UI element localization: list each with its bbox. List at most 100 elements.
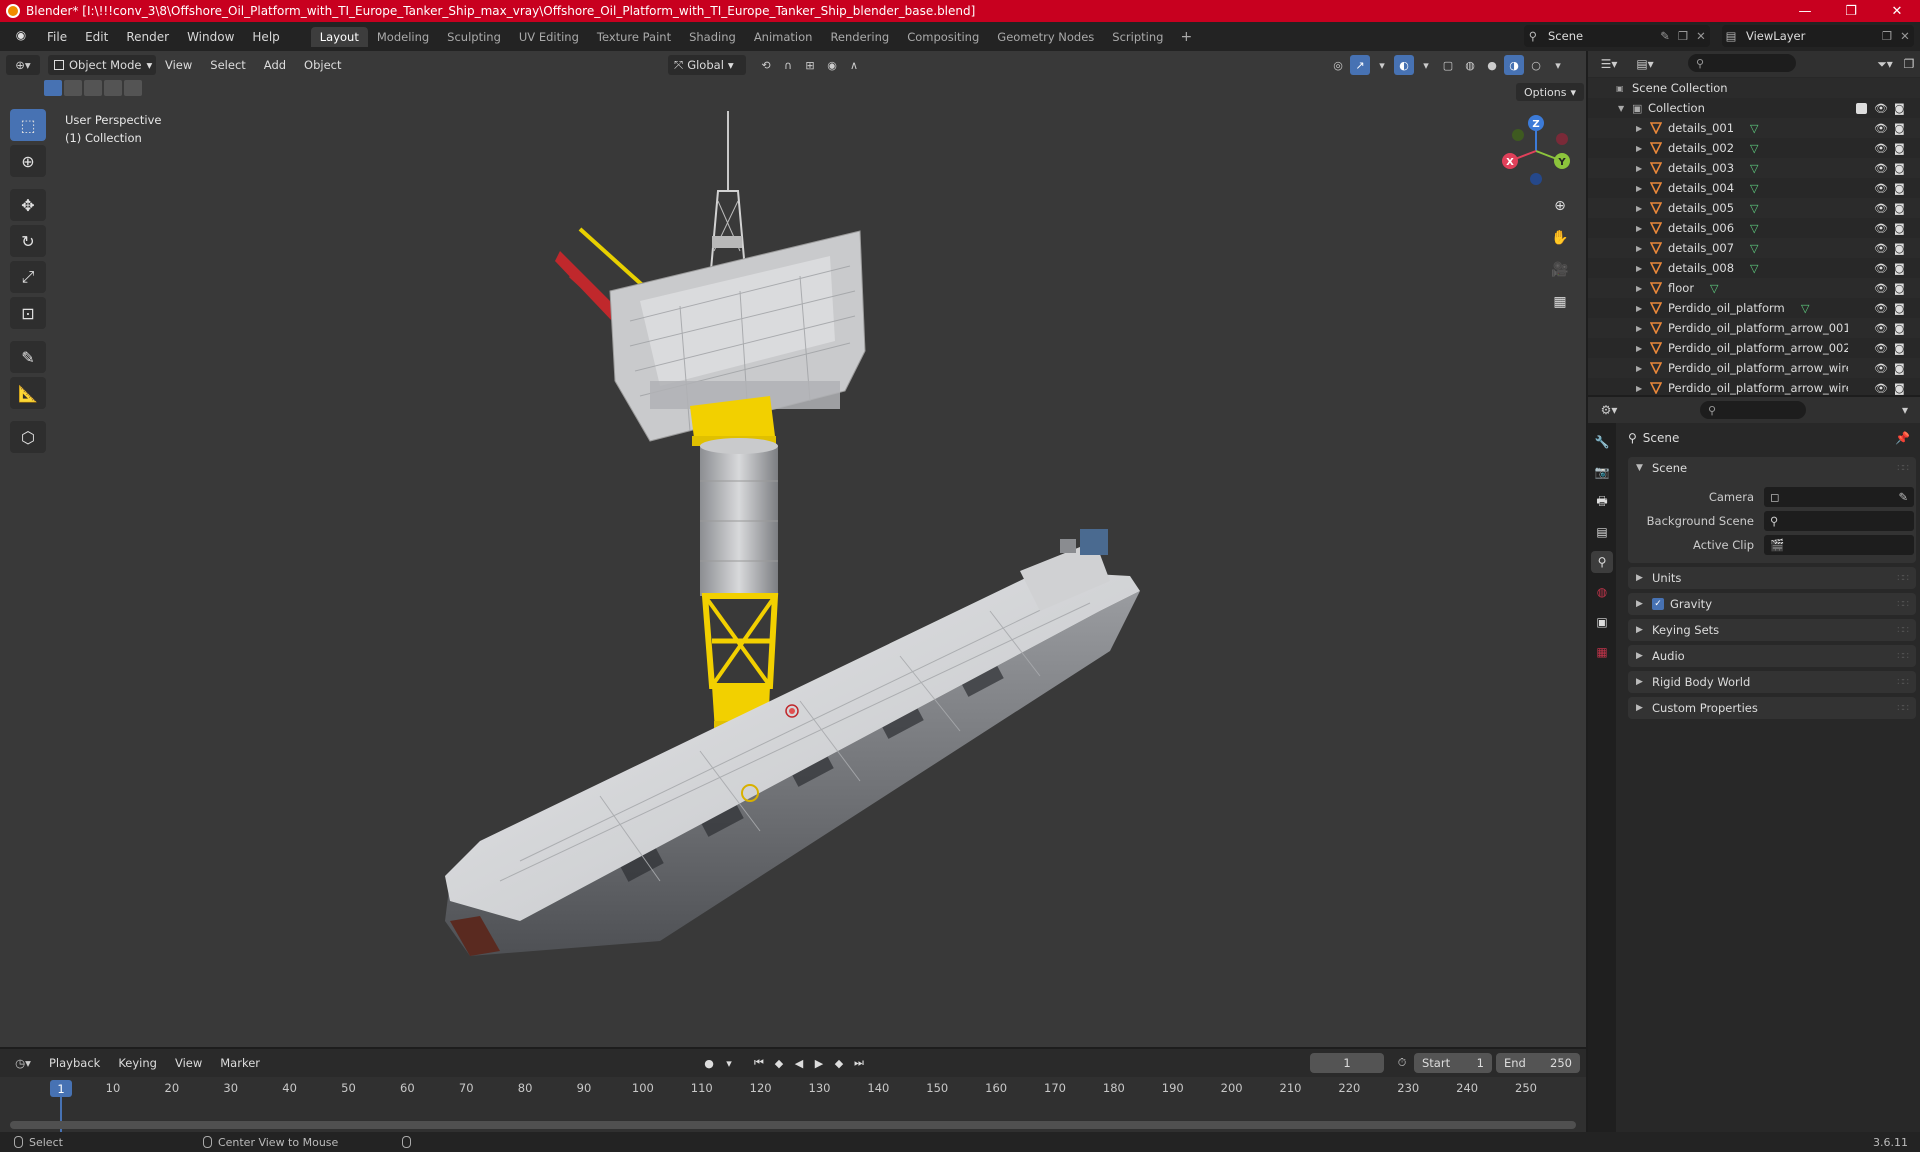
viewport-menu-object[interactable]: Object — [295, 58, 350, 72]
outliner-object-row[interactable]: ▶ details_006 ▽ 👁 ◙ — [1588, 218, 1920, 238]
pivot-icon[interactable]: ⟲ — [756, 55, 776, 75]
minimize-button[interactable]: — — [1782, 0, 1828, 22]
eye-icon[interactable]: 👁 — [1874, 102, 1888, 115]
3d-viewport[interactable]: ⊕▾ Object Mode ▾ View Select Add Object … — [0, 51, 1586, 1047]
blender-menu-icon[interactable]: ◉ — [10, 28, 32, 46]
eye-icon[interactable]: 👁 — [1874, 322, 1888, 335]
tab-scripting[interactable]: Scripting — [1103, 27, 1172, 47]
drag-handle-icon[interactable]: ∷∷ — [1897, 677, 1909, 688]
gizmo-neg-z[interactable] — [1530, 173, 1542, 185]
outliner-object-row[interactable]: ▶ details_004 ▽ 👁 ◙ — [1588, 178, 1920, 198]
pin-icon[interactable]: ✎ — [1656, 29, 1674, 43]
texture-tab-icon[interactable]: ▦ — [1591, 641, 1613, 663]
render-camera-icon[interactable]: ◙ — [1894, 102, 1905, 115]
render-camera-icon[interactable]: ◙ — [1894, 342, 1905, 355]
proportional-edit-icon[interactable]: ◉ — [822, 55, 842, 75]
tab-shading[interactable]: Shading — [680, 27, 745, 47]
select-invert-icon[interactable] — [104, 80, 122, 96]
render-camera-icon[interactable]: ◙ — [1894, 362, 1905, 375]
outliner-object-row[interactable]: ▶ Perdido_oil_platform_arrow_002 👁 ◙ — [1588, 338, 1920, 358]
timeline-menu-marker[interactable]: Marker — [211, 1056, 269, 1070]
outliner-object-row[interactable]: ▶ Perdido_oil_platform_arrow_wire_0(👁 ◙ — [1588, 378, 1920, 395]
perspective-grid-icon[interactable]: ▦ — [1547, 289, 1573, 315]
eye-icon[interactable]: 👁 — [1874, 162, 1888, 175]
eye-icon[interactable]: 👁 — [1874, 302, 1888, 315]
remove-scene-icon[interactable]: ✕ — [1692, 29, 1710, 43]
render-camera-icon[interactable]: ◙ — [1894, 282, 1905, 295]
eye-icon[interactable]: 👁 — [1874, 142, 1888, 155]
transform-orientation-dropdown[interactable]: ⤧ Global ▾ — [668, 55, 746, 75]
cursor-tool-icon[interactable]: ⊕ — [10, 145, 46, 177]
end-frame-field[interactable]: End 250 — [1496, 1053, 1580, 1073]
record-dropdown-icon[interactable]: ▾ — [720, 1053, 738, 1073]
record-icon[interactable]: ● — [700, 1053, 718, 1073]
mesh-data-icon[interactable]: ▽ — [1750, 262, 1758, 275]
eye-icon[interactable]: 👁 — [1874, 362, 1888, 375]
menu-window[interactable]: Window — [178, 30, 243, 44]
rotate-tool-icon[interactable]: ↻ — [10, 225, 46, 257]
pin-icon[interactable]: 📌 — [1895, 431, 1910, 445]
mesh-data-icon[interactable]: ▽ — [1750, 222, 1758, 235]
new-viewlayer-icon[interactable]: ❐ — [1878, 29, 1896, 43]
eye-icon[interactable]: 👁 — [1874, 222, 1888, 235]
mesh-data-icon[interactable]: ▽ — [1801, 302, 1809, 315]
expand-arrow-icon[interactable]: ▶ — [1636, 284, 1646, 293]
camera-field[interactable]: ◻ ✎ — [1764, 487, 1914, 507]
keying-sets-panel-header[interactable]: ▶ Keying Sets ∷∷ — [1628, 619, 1916, 641]
editor-type-outliner-icon[interactable]: ☰▾ — [1594, 54, 1624, 74]
render-camera-icon[interactable]: ◙ — [1894, 162, 1905, 175]
mesh-data-icon[interactable]: ▽ — [1750, 182, 1758, 195]
scene-tab-icon[interactable]: ⚲ — [1591, 551, 1613, 573]
mesh-data-icon[interactable]: ▽ — [1750, 122, 1758, 135]
add-workspace-button[interactable]: + — [1172, 29, 1200, 45]
select-intersect-icon[interactable] — [124, 80, 142, 96]
render-camera-icon[interactable]: ◙ — [1894, 322, 1905, 335]
current-frame-field[interactable]: 1 — [1310, 1053, 1384, 1073]
tab-compositing[interactable]: Compositing — [898, 27, 988, 47]
scene-selector[interactable]: ⚲ Scene ✎ ❐ ✕ — [1524, 25, 1710, 47]
tab-animation[interactable]: Animation — [745, 27, 822, 47]
editor-type-properties-icon[interactable]: ⚙▾ — [1594, 400, 1624, 420]
maximize-button[interactable]: ❐ — [1828, 0, 1874, 22]
gizmo-dropdown-icon[interactable]: ▾ — [1372, 55, 1392, 75]
audio-panel-header[interactable]: ▶ Audio ∷∷ — [1628, 645, 1916, 667]
shading-dropdown-icon[interactable]: ▾ — [1548, 55, 1568, 75]
drag-handle-icon[interactable]: ∷∷ — [1897, 703, 1909, 714]
editor-type-3d-icon[interactable]: ⊕▾ — [6, 55, 40, 75]
expand-arrow-icon[interactable]: ▶ — [1636, 244, 1646, 253]
expand-arrow-icon[interactable]: ▶ — [1636, 144, 1646, 153]
render-camera-icon[interactable]: ◙ — [1894, 222, 1905, 235]
expand-arrow-icon[interactable]: ▶ — [1636, 264, 1646, 273]
expand-arrow-icon[interactable]: ▶ — [1636, 184, 1646, 193]
menu-help[interactable]: Help — [243, 30, 288, 44]
properties-options-icon[interactable]: ▾ — [1890, 400, 1920, 420]
overlay-toggle-icon[interactable]: ◐ — [1394, 55, 1414, 75]
play-icon[interactable]: ▶ — [810, 1053, 828, 1073]
gizmo-neg-y[interactable] — [1512, 129, 1524, 141]
outliner-object-row[interactable]: ▶ details_003 ▽ 👁 ◙ — [1588, 158, 1920, 178]
navigation-gizmo[interactable]: Z Y X — [1496, 111, 1576, 191]
outliner-scene-collection[interactable]: ▣ Scene Collection — [1588, 78, 1920, 98]
wireframe-shading-icon[interactable]: ◍ — [1460, 55, 1480, 75]
drag-handle-icon[interactable]: ∷∷ — [1897, 625, 1909, 636]
transform-tool-icon[interactable]: ⊡ — [10, 297, 46, 329]
output-tab-icon[interactable]: 🖶 — [1591, 491, 1613, 513]
outliner-object-row[interactable]: ▶ details_008 ▽ 👁 ◙ — [1588, 258, 1920, 278]
menu-edit[interactable]: Edit — [76, 30, 117, 44]
play-reverse-icon[interactable]: ◀ — [790, 1053, 808, 1073]
drag-handle-icon[interactable]: ∷∷ — [1897, 463, 1909, 474]
eye-icon[interactable]: 👁 — [1874, 342, 1888, 355]
tab-layout[interactable]: Layout — [310, 26, 368, 47]
viewport-menu-add[interactable]: Add — [255, 58, 295, 72]
outliner-collection[interactable]: ▼ ▣ Collection 👁 ◙ — [1588, 98, 1920, 118]
eye-icon[interactable]: 👁 — [1874, 202, 1888, 215]
drag-handle-icon[interactable]: ∷∷ — [1897, 573, 1909, 584]
world-tab-icon[interactable]: ◍ — [1591, 581, 1613, 603]
eye-icon[interactable]: 👁 — [1874, 282, 1888, 295]
scene-panel-header[interactable]: ▼ Scene ∷∷ — [1628, 457, 1916, 479]
remove-viewlayer-icon[interactable]: ✕ — [1896, 29, 1914, 43]
new-collection-icon[interactable]: ❐ — [1894, 54, 1920, 74]
render-camera-icon[interactable]: ◙ — [1894, 202, 1905, 215]
render-tab-icon[interactable]: 📷 — [1591, 461, 1613, 483]
viewlayer-selector[interactable]: ▤ ViewLayer ❐ ✕ — [1722, 25, 1914, 47]
